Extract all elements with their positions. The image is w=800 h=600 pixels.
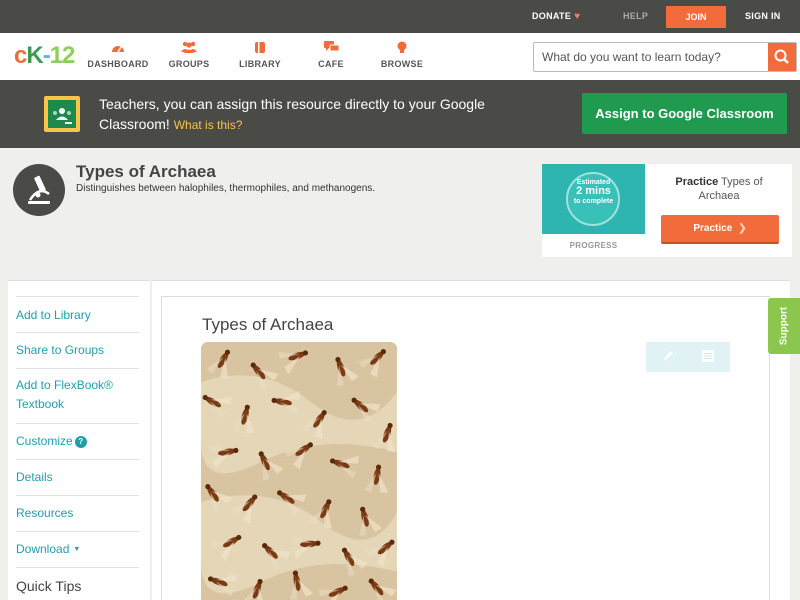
sidebar-item-resources[interactable]: Resources	[16, 496, 139, 532]
heart-icon: ♥	[574, 11, 581, 22]
practice-button-label: Practice	[693, 223, 733, 234]
sidebar-item-download[interactable]: Download ▼	[16, 532, 139, 568]
groups-icon	[154, 41, 224, 55]
nav-dashboard[interactable]: DASHBOARD	[83, 41, 153, 69]
search-input[interactable]	[534, 43, 768, 71]
search-box	[533, 42, 797, 72]
sidebar-item-add-to-library[interactable]: Add to Library	[16, 296, 139, 333]
support-tab[interactable]: Support	[768, 298, 800, 354]
nav-library-label: LIBRARY	[239, 59, 281, 69]
top-utility-bar: DONATE ♥ HELP JOIN SIGN IN	[0, 0, 800, 33]
sidebar-item-share-to-groups[interactable]: Share to Groups	[16, 333, 139, 369]
join-button[interactable]: JOIN	[666, 6, 726, 28]
estimated-suffix: to complete	[573, 198, 614, 205]
quick-tips-heading[interactable]: Quick Tips	[16, 578, 81, 594]
library-icon	[225, 41, 295, 55]
nav-cafe-label: CAFE	[318, 59, 344, 69]
pencil-icon[interactable]	[660, 348, 676, 364]
what-is-this-link[interactable]: What is this?	[174, 118, 243, 132]
google-classroom-icon	[44, 96, 80, 132]
chevron-right-icon: ❯	[738, 223, 747, 234]
microscope-icon	[13, 164, 65, 216]
customize-label: Customize	[16, 434, 73, 448]
donate-label: DONATE	[532, 11, 572, 21]
practice-title: Practice Types of Archaea	[660, 175, 778, 203]
nav-cafe[interactable]: CAFE	[296, 41, 366, 69]
caret-down-icon: ▼	[73, 546, 81, 553]
annotation-toolbar	[646, 342, 730, 372]
practice-title-prefix: Practice	[675, 176, 719, 188]
cafe-icon	[296, 41, 366, 55]
sidebar-item-customize[interactable]: Customize?	[16, 424, 139, 460]
banner-text: Teachers, you can assign this resource d…	[99, 96, 485, 132]
donate-link[interactable]: DONATE ♥	[532, 11, 580, 22]
nav-library[interactable]: LIBRARY	[225, 41, 295, 69]
practice-button[interactable]: Practice ❯	[661, 215, 779, 244]
dashboard-icon	[83, 41, 153, 55]
ck12-logo[interactable]: cK-12	[14, 42, 75, 70]
help-link[interactable]: HELP	[623, 11, 648, 21]
concept-title: Types of Archaea	[76, 162, 216, 181]
sidebar-item-details[interactable]: Details	[16, 460, 139, 496]
progress-label: PROGRESS	[569, 241, 618, 250]
download-label: Download	[16, 542, 70, 556]
browse-icon	[367, 41, 437, 55]
banner-message: Teachers, you can assign this resource d…	[99, 94, 499, 135]
google-classroom-banner: Teachers, you can assign this resource d…	[0, 80, 800, 148]
practice-card: Estimated 2 mins to complete PROGRESS Pr…	[542, 164, 792, 257]
support-label: Support	[778, 306, 790, 346]
help-icon[interactable]: ?	[74, 436, 87, 448]
nav-browse-label: BROWSE	[380, 59, 424, 69]
assign-to-google-classroom-button[interactable]: Assign to Google Classroom	[582, 93, 787, 134]
search-icon	[774, 49, 789, 64]
estimated-time: Estimated 2 mins to complete	[542, 178, 645, 206]
termites-photo	[201, 342, 397, 600]
nav-dashboard-label: DASHBOARD	[87, 59, 149, 69]
nav-groups[interactable]: GROUPS	[154, 41, 224, 69]
sign-in-link[interactable]: SIGN IN	[745, 11, 781, 21]
nav-groups-label: GROUPS	[168, 59, 210, 69]
nav-browse[interactable]: BROWSE	[367, 41, 437, 69]
concept-description: Distinguishes between halophiles, thermo…	[76, 183, 376, 194]
search-button[interactable]	[768, 43, 796, 71]
estimated-value: 2 mins	[576, 185, 611, 197]
main-nav: cK-12 DASHBOARD GROUPS LIBRARY CAFE BROW…	[0, 33, 800, 80]
lesson-title: Types of Archaea	[202, 315, 334, 334]
sidebar-item-add-to-flexbook[interactable]: Add to FlexBook® Textbook	[16, 369, 139, 424]
notes-icon[interactable]	[700, 348, 716, 364]
practice-thumbnail[interactable]: Estimated 2 mins to complete	[542, 164, 645, 234]
